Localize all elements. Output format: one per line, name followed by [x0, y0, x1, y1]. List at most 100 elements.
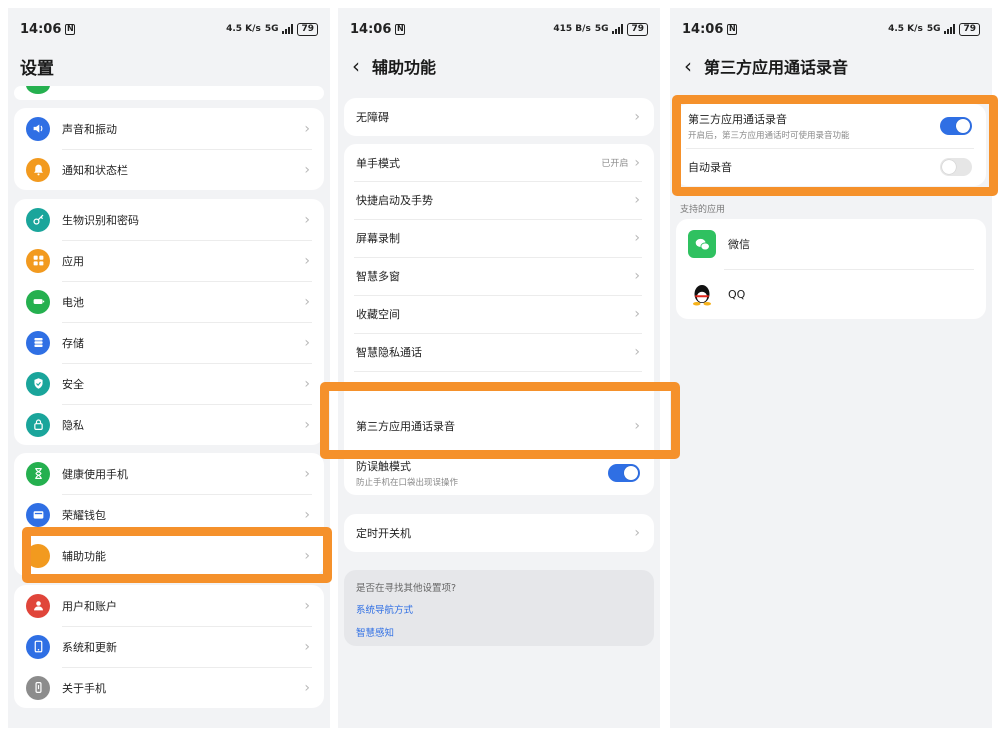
settings-screen: 14:06 N 4.5 K/s 5G 79 设置 声音和振动 › 通知和状态栏 …	[8, 8, 330, 728]
accessibility-group-2: 单手模式 已开启 › 快捷启动及手势 › 屏幕录制 › 智慧多窗 › 收藏空间 …	[344, 144, 654, 495]
item-label: 收藏空间	[356, 308, 400, 321]
supported-apps-label: 支持的应用	[680, 205, 726, 215]
settings-item-digital-health[interactable]: 健康使用手机 ›	[14, 453, 324, 494]
accessibility-item-shortcuts[interactable]: 快捷启动及手势 ›	[344, 181, 654, 219]
storage-icon	[26, 330, 50, 355]
page-title: 设置	[20, 59, 54, 79]
chevron-right-icon: ›	[304, 679, 310, 696]
chevron-right-icon: ›	[304, 252, 310, 269]
accessibility-item-barrier-free[interactable]: 无障碍 ›	[344, 98, 654, 136]
settings-item-label: 应用	[62, 254, 84, 268]
settings-item-label: 存储	[62, 336, 84, 350]
accessibility-item-third-party-recording[interactable]: 第三方应用通话录音 ›	[344, 371, 654, 451]
item-label: 单手模式	[356, 156, 400, 170]
item-value: 已开启	[601, 159, 629, 169]
status-bar: 14:06 N 4.5 K/s 5G 79	[8, 8, 330, 50]
back-arrow-icon[interactable]: ‹	[352, 56, 360, 76]
suggestion-card: 是否在寻找其他设置项? 系统导航方式 智慧感知	[344, 570, 654, 646]
item-subtitle: 防止手机在口袋出现误操作	[356, 478, 459, 488]
accessibility-item-one-hand[interactable]: 单手模式 已开启 ›	[344, 144, 654, 181]
user-icon	[26, 593, 50, 618]
chevron-right-icon: ›	[304, 120, 310, 137]
settings-item-about-phone[interactable]: 关于手机 ›	[14, 667, 324, 708]
accessibility-item-favorites[interactable]: 收藏空间 ›	[344, 295, 654, 333]
settings-item-privacy[interactable]: 隐私 ›	[14, 404, 324, 445]
nfc-icon: N	[727, 23, 738, 35]
settings-item-notifications[interactable]: 通知和状态栏 ›	[14, 149, 324, 190]
third-party-recording-toggle[interactable]	[940, 117, 972, 135]
recording-main-toggle-row[interactable]: 第三方应用通话录音 开启后，第三方应用通话时可使用录音功能	[676, 104, 986, 148]
network-type: 5G	[926, 24, 941, 34]
chevron-right-icon: ›	[304, 211, 310, 228]
status-time: 14:06	[682, 21, 724, 37]
accessibility-item-mistouch[interactable]: 防误触模式 防止手机在口袋出现误操作	[344, 451, 654, 495]
app-row-wechat[interactable]: 微信	[676, 219, 986, 269]
battery-icon	[26, 289, 50, 314]
chevron-right-icon: ›	[304, 416, 310, 433]
chevron-right-icon: ›	[304, 161, 310, 178]
settings-item-biometrics[interactable]: 生物识别和密码 ›	[14, 199, 324, 240]
item-label: 自动录音	[688, 161, 732, 174]
supported-apps-card: 微信 QQ	[676, 219, 986, 319]
item-label: 智慧隐私通话	[356, 346, 422, 359]
auto-record-toggle[interactable]	[940, 158, 972, 176]
settings-item-label: 安全	[62, 377, 84, 391]
chevron-right-icon: ›	[634, 418, 640, 434]
accessibility-item-scheduled-power[interactable]: 定时开关机 ›	[344, 514, 654, 552]
page-title: 第三方应用通话录音	[704, 58, 849, 77]
wallet-icon	[26, 502, 50, 527]
settings-item-accessibility[interactable]: 辅助功能 ›	[14, 535, 324, 576]
item-subtitle: 开启后，第三方应用通话时可使用录音功能	[688, 131, 850, 141]
app-row-qq[interactable]: QQ	[676, 269, 986, 319]
grid-icon	[26, 248, 50, 273]
item-label: 定时开关机	[356, 527, 411, 540]
settings-item-label: 隐私	[62, 418, 84, 432]
lock-icon	[26, 412, 50, 437]
info-icon	[26, 675, 50, 700]
item-label: 屏幕录制	[356, 232, 400, 245]
settings-item-label: 系统和更新	[62, 640, 117, 654]
chevron-right-icon: ›	[634, 230, 640, 246]
chevron-right-icon: ›	[304, 334, 310, 351]
phone-icon	[26, 634, 50, 659]
chevron-right-icon: ›	[634, 306, 640, 322]
qq-icon	[688, 280, 716, 308]
settings-item-wallet[interactable]: 荣耀钱包 ›	[14, 494, 324, 535]
chevron-right-icon: ›	[304, 293, 310, 310]
chevron-right-icon: ›	[634, 268, 640, 284]
settings-item-storage[interactable]: 存储 ›	[14, 322, 324, 363]
settings-item-system-update[interactable]: 系统和更新 ›	[14, 626, 324, 667]
settings-item-apps[interactable]: 应用 ›	[14, 240, 324, 281]
chevron-right-icon: ›	[304, 638, 310, 655]
accessibility-item-screen-record[interactable]: 屏幕录制 ›	[344, 219, 654, 257]
item-label: 智慧多窗	[356, 270, 400, 283]
settings-group-1: 声音和振动 › 通知和状态栏 ›	[14, 108, 324, 190]
settings-item-accounts[interactable]: 用户和账户 ›	[14, 585, 324, 626]
net-speed: 4.5 K/s	[226, 24, 261, 34]
settings-group-2: 生物识别和密码 › 应用 › 电池 › 存储 › 安全 › 隐私 ›	[14, 199, 324, 445]
settings-item-label: 健康使用手机	[62, 467, 128, 481]
settings-item-battery[interactable]: 电池 ›	[14, 281, 324, 322]
chevron-right-icon: ›	[304, 375, 310, 392]
accessibility-item-multi-window[interactable]: 智慧多窗 ›	[344, 257, 654, 295]
settings-item-label: 生物识别和密码	[62, 213, 139, 227]
accessibility-item-private-call[interactable]: 智慧隐私通话 ›	[344, 333, 654, 371]
mistouch-toggle[interactable]	[608, 464, 640, 482]
suggestion-link-navigation[interactable]: 系统导航方式	[356, 602, 642, 616]
network-type: 5G	[264, 24, 279, 34]
auto-record-row[interactable]: 自动录音	[676, 148, 986, 186]
item-label: 无障碍	[356, 111, 389, 124]
settings-item-sound[interactable]: 声音和振动 ›	[14, 108, 324, 149]
settings-group-top	[14, 86, 324, 100]
accessibility-group-3: 定时开关机 ›	[344, 514, 654, 552]
settings-item-security[interactable]: 安全 ›	[14, 363, 324, 404]
hand-icon	[26, 543, 50, 568]
battery-level: 79	[627, 22, 648, 36]
chevron-right-icon: ›	[634, 344, 640, 360]
battery-level: 79	[959, 22, 980, 36]
nfc-icon: N	[65, 23, 76, 35]
chevron-right-icon: ›	[304, 506, 310, 523]
back-arrow-icon[interactable]: ‹	[684, 56, 692, 76]
chevron-right-icon: ›	[634, 154, 640, 171]
suggestion-link-smart-sensing[interactable]: 智慧感知	[356, 625, 642, 639]
